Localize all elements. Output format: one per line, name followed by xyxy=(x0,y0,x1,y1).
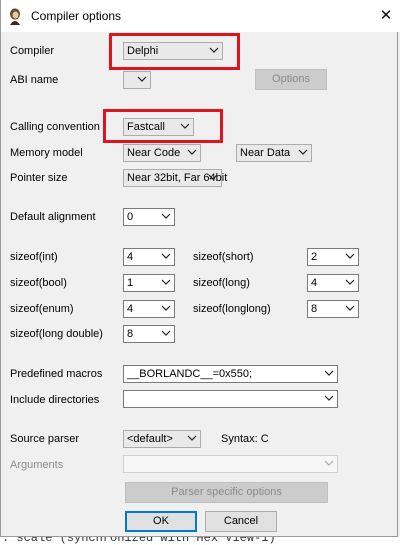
pointer-size-select[interactable]: Near 32bit, Far 64bit xyxy=(123,169,227,187)
memory-model-data-select[interactable]: Near Data xyxy=(236,144,312,162)
chevron-down-icon xyxy=(324,395,334,401)
sizeof-bool-label: sizeof(bool) xyxy=(10,277,67,289)
options-button[interactable]: Options xyxy=(255,69,327,90)
chevron-down-icon xyxy=(208,174,218,180)
chevron-down-icon xyxy=(187,149,197,155)
sizeof-enum-value: 4 xyxy=(127,303,134,315)
source-parser-value: <default> xyxy=(127,433,173,445)
ok-button[interactable]: OK xyxy=(125,511,197,532)
sizeof-short-select[interactable]: 2 xyxy=(307,248,359,266)
chevron-down-icon xyxy=(345,305,355,311)
sizeof-long-label: sizeof(long) xyxy=(193,277,250,289)
sizeof-longlong-value: 8 xyxy=(311,303,318,315)
chevron-down-icon xyxy=(161,279,171,285)
memory-model-code-value: Near Code xyxy=(127,147,181,159)
sizeof-enum-label: sizeof(enum) xyxy=(10,303,74,315)
arguments-label: Arguments xyxy=(10,459,64,471)
chevron-down-icon xyxy=(345,253,355,259)
sizeof-long-double-label: sizeof(long double) xyxy=(10,328,103,340)
chevron-down-icon xyxy=(161,213,171,219)
chevron-down-icon xyxy=(161,253,171,259)
window-title: Compiler options xyxy=(31,9,122,23)
default-alignment-label: Default alignment xyxy=(10,211,96,223)
cancel-button[interactable]: Cancel xyxy=(205,511,277,532)
close-icon[interactable]: ✕ xyxy=(375,7,397,25)
chevron-down-icon xyxy=(161,305,171,311)
abi-name-select[interactable] xyxy=(123,71,151,89)
sizeof-long-value: 4 xyxy=(311,277,318,289)
calling-convention-highlight-box xyxy=(103,109,223,143)
compiler-label: Compiler xyxy=(10,45,55,57)
predefined-macros-input[interactable]: __BORLANDC__=0x550; xyxy=(123,365,338,383)
chevron-down-icon xyxy=(324,370,334,376)
sizeof-int-value: 4 xyxy=(127,251,134,263)
sizeof-longlong-select[interactable]: 8 xyxy=(307,300,359,318)
memory-model-code-select[interactable]: Near Code xyxy=(123,144,201,162)
default-alignment-select[interactable]: 0 xyxy=(123,208,175,226)
memory-model-data-value: Near Data xyxy=(240,147,291,159)
chevron-down-icon xyxy=(137,76,147,82)
sizeof-bool-value: 1 xyxy=(127,277,134,289)
syntax-label: Syntax: C xyxy=(221,433,269,445)
calling-convention-label: Calling convention xyxy=(10,121,100,133)
sizeof-long-double-value: 8 xyxy=(127,328,134,340)
memory-model-label: Memory model xyxy=(10,147,83,159)
pointer-size-label: Pointer size xyxy=(10,172,68,184)
sizeof-long-double-select[interactable]: 8 xyxy=(123,325,175,343)
predefined-macros-value: __BORLANDC__=0x550; xyxy=(127,368,253,380)
sizeof-short-value: 2 xyxy=(311,251,318,263)
app-icon xyxy=(10,8,20,25)
arguments-input[interactable] xyxy=(123,455,338,473)
compiler-highlight-box xyxy=(109,33,240,70)
background-editor-strip: : scale (synchronized with Hex View-1) xyxy=(0,537,400,545)
sizeof-enum-select[interactable]: 4 xyxy=(123,300,175,318)
sizeof-short-label: sizeof(short) xyxy=(193,251,254,263)
chevron-down-icon xyxy=(187,435,197,441)
sizeof-bool-select[interactable]: 1 xyxy=(123,274,175,292)
sizeof-int-label: sizeof(int) xyxy=(10,251,58,263)
default-alignment-value: 0 xyxy=(127,211,134,223)
abi-name-label: ABI name xyxy=(10,74,59,86)
source-parser-select[interactable]: <default> xyxy=(123,430,201,448)
chevron-down-icon xyxy=(298,149,308,155)
chevron-down-icon xyxy=(324,460,334,466)
include-directories-label: Include directories xyxy=(10,394,100,406)
chevron-down-icon xyxy=(345,279,355,285)
include-directories-input[interactable] xyxy=(123,390,338,408)
title-bar: Compiler options ✕ xyxy=(1,0,400,32)
parser-specific-options-button[interactable]: Parser specific options xyxy=(125,482,328,503)
background-text: : scale (synchronized with Hex View-1) xyxy=(2,537,276,545)
sizeof-long-select[interactable]: 4 xyxy=(307,274,359,292)
predefined-macros-label: Predefined macros xyxy=(10,368,103,380)
sizeof-longlong-label: sizeof(longlong) xyxy=(193,303,271,315)
chevron-down-icon xyxy=(161,330,171,336)
source-parser-label: Source parser xyxy=(10,433,80,445)
compiler-options-dialog: Compiler options ✕ Compiler Delphi ABI n… xyxy=(0,0,400,537)
sizeof-int-select[interactable]: 4 xyxy=(123,248,175,266)
